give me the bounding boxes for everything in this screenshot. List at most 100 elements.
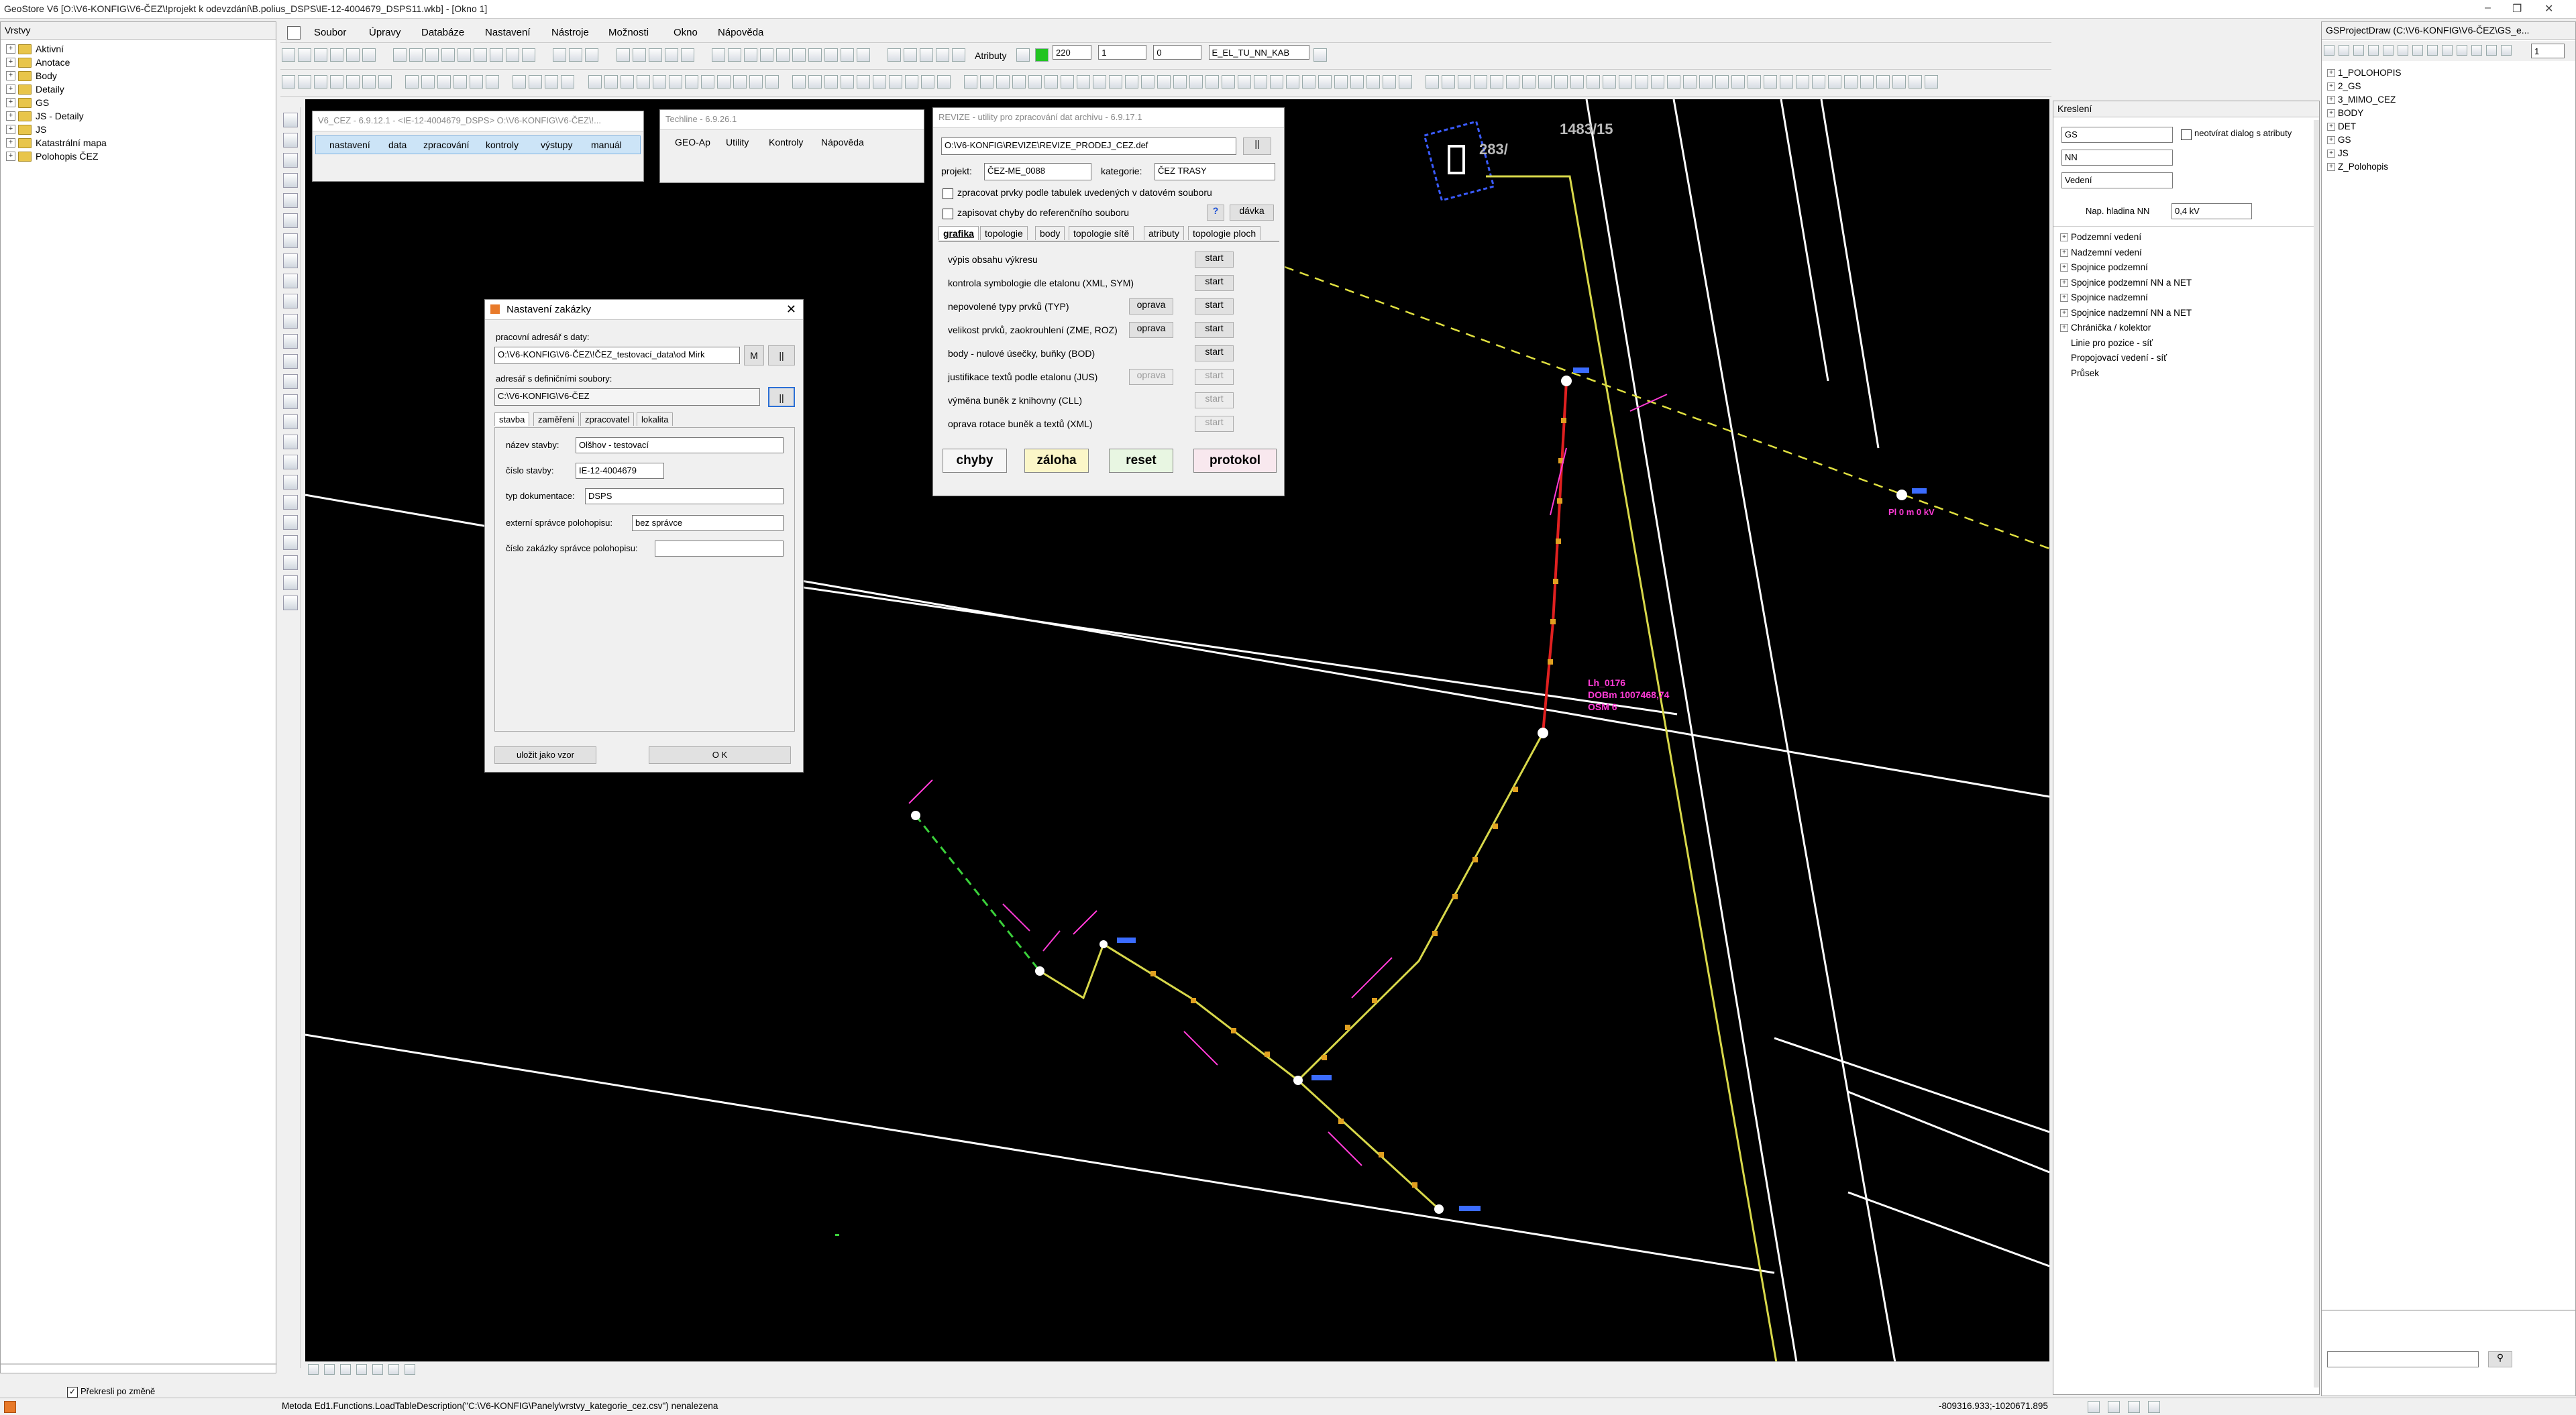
kresleni-item[interactable]: + Chránička / kolektor: [2060, 321, 2192, 336]
toolbar-icon[interactable]: [1538, 75, 1552, 89]
toolbar-icon[interactable]: [282, 75, 295, 89]
toolbar-icon[interactable]: [808, 75, 822, 89]
project-tree-item[interactable]: +2_GS: [2327, 80, 2402, 93]
toolbar-icon[interactable]: [490, 48, 504, 62]
number-input[interactable]: IE-12-4004679: [576, 463, 664, 479]
toolbar-icon[interactable]: [664, 48, 678, 62]
project-tool-icon[interactable]: [2412, 45, 2423, 56]
tool-icon[interactable]: [282, 435, 298, 449]
kresleni-item[interactable]: + Spojnice podzemní NN a NET: [2060, 276, 2192, 291]
toolbar-icon[interactable]: [888, 75, 902, 89]
expand-icon[interactable]: +: [2327, 136, 2335, 144]
nav-icon[interactable]: [405, 1364, 415, 1375]
toolbar-icon[interactable]: [920, 75, 934, 89]
tool-icon[interactable]: [282, 153, 298, 168]
toolbar-icon[interactable]: [652, 75, 666, 89]
kresleni-item[interactable]: Propojovací vedení - síť: [2060, 351, 2192, 366]
def-dir-input[interactable]: C:\V6-KONFIG\V6-ČEZ: [494, 388, 760, 406]
project-tool-icon[interactable]: [2427, 45, 2438, 56]
toolbar-icon[interactable]: [1603, 75, 1617, 89]
expand-icon[interactable]: +: [2327, 82, 2335, 91]
menu-nastaveni[interactable]: Nastavení: [485, 27, 531, 38]
toolbar-icon[interactable]: [1506, 75, 1520, 89]
revize-tab-grafika[interactable]: grafika: [938, 226, 979, 240]
revize-check-tables[interactable]: [943, 188, 953, 199]
menu-napoveda[interactable]: Nápověda: [718, 27, 763, 38]
toolbar-icon[interactable]: [330, 48, 343, 62]
toolbar-icon[interactable]: [935, 48, 949, 62]
def-dir-browse-button[interactable]: ||: [768, 387, 795, 407]
revize-start-button[interactable]: start: [1195, 275, 1234, 291]
expand-icon[interactable]: +: [2327, 109, 2335, 117]
toolbar-icon[interactable]: [1012, 75, 1026, 89]
toolbar-icon[interactable]: [716, 75, 731, 89]
attributes-button[interactable]: Atributy: [975, 50, 1006, 61]
menu-upravy[interactable]: Úpravy: [369, 27, 401, 38]
revize-browse-button[interactable]: ||: [1243, 137, 1271, 155]
toolbar-icon[interactable]: [1350, 75, 1364, 89]
toolbar-icon[interactable]: [1398, 75, 1412, 89]
toolbar-icon[interactable]: [792, 48, 806, 62]
revize-protocol-button[interactable]: protokol: [1193, 449, 1277, 473]
kresleni-item[interactable]: Průsek: [2060, 366, 2192, 382]
fit-icon[interactable]: [340, 1364, 351, 1375]
status-icon[interactable]: [2088, 1401, 2100, 1413]
toolbar-icon[interactable]: [1731, 75, 1746, 89]
toolbar-icon[interactable]: [616, 48, 630, 62]
tool-icon[interactable]: [282, 475, 298, 490]
kresleni-item[interactable]: + Nadzemní vedení: [2060, 245, 2192, 261]
expand-icon[interactable]: +: [2060, 308, 2068, 317]
toolbar-icon[interactable]: [1426, 75, 1440, 89]
toolbar-icon[interactable]: [632, 48, 646, 62]
toolbar-icon[interactable]: [474, 48, 488, 62]
tool-icon[interactable]: [282, 414, 298, 429]
revize-fix-button[interactable]: oprava: [1129, 322, 1173, 338]
app-status-icon[interactable]: [4, 1401, 16, 1413]
toolbar-icon[interactable]: [620, 75, 634, 89]
ext-admin-select[interactable]: bez správce: [632, 515, 784, 531]
kresleni-item[interactable]: + Podzemní vedení: [2060, 230, 2192, 245]
v6cez-menu-item[interactable]: data: [388, 139, 407, 150]
help-icon[interactable]: [486, 75, 500, 89]
name-input[interactable]: Olšhov - testovací: [576, 437, 784, 453]
toolbar-icon[interactable]: [996, 75, 1010, 89]
tool-icon[interactable]: [282, 575, 298, 590]
layer-item[interactable]: + Polohopis ČEZ: [6, 150, 270, 163]
toolbar-icon[interactable]: [1925, 75, 1939, 89]
toolbar-icon[interactable]: [1828, 75, 1842, 89]
expand-icon[interactable]: +: [2327, 123, 2335, 131]
data-dir-select[interactable]: O:\V6-KONFIG\V6-ČEZ\!ČEZ_testovací_data\…: [494, 347, 740, 364]
toolbar-icon[interactable]: [1076, 75, 1090, 89]
tool-icon[interactable]: [282, 334, 298, 349]
project-tool-icon[interactable]: [2353, 45, 2364, 56]
toolbar-icon[interactable]: [1909, 75, 1923, 89]
toolbar-icon[interactable]: [1764, 75, 1778, 89]
revize-start-button[interactable]: start: [1195, 322, 1234, 338]
tool-icon[interactable]: [282, 253, 298, 268]
tool-icon[interactable]: [282, 515, 298, 530]
toolbar-icon[interactable]: [727, 48, 741, 62]
techline-menu-item[interactable]: GEO-Ap: [675, 137, 710, 148]
toolbar-icon[interactable]: [506, 48, 520, 62]
voltage-select[interactable]: 0,4 kV: [2171, 203, 2252, 219]
toolbar-icon[interactable]: [346, 75, 360, 89]
toolbar-icon[interactable]: [824, 75, 838, 89]
revize-errors-button[interactable]: chyby: [943, 449, 1007, 473]
tool-icon[interactable]: [282, 274, 298, 288]
toolbar-icon[interactable]: [936, 75, 951, 89]
toolbar-icon[interactable]: [1382, 75, 1396, 89]
toolbar-icon[interactable]: [1301, 75, 1316, 89]
v6cez-menu-item[interactable]: zpracování: [423, 139, 469, 150]
layer-item[interactable]: + Anotace: [6, 56, 270, 69]
toolbar-icon[interactable]: [1044, 75, 1058, 89]
toolbar-icon[interactable]: [1253, 75, 1267, 89]
toolbar-icon[interactable]: [1474, 75, 1488, 89]
nav-icon[interactable]: [388, 1364, 399, 1375]
save-as-template-button[interactable]: uložit jako vzor: [494, 746, 596, 764]
tool-icon[interactable]: [282, 314, 298, 329]
status-icon[interactable]: [2108, 1401, 2120, 1413]
techline-menu-item[interactable]: Kontroly: [769, 137, 803, 148]
toolbar-icon[interactable]: [872, 75, 886, 89]
toolbar-icon[interactable]: [824, 48, 838, 62]
toolbar-icon[interactable]: [1221, 75, 1235, 89]
